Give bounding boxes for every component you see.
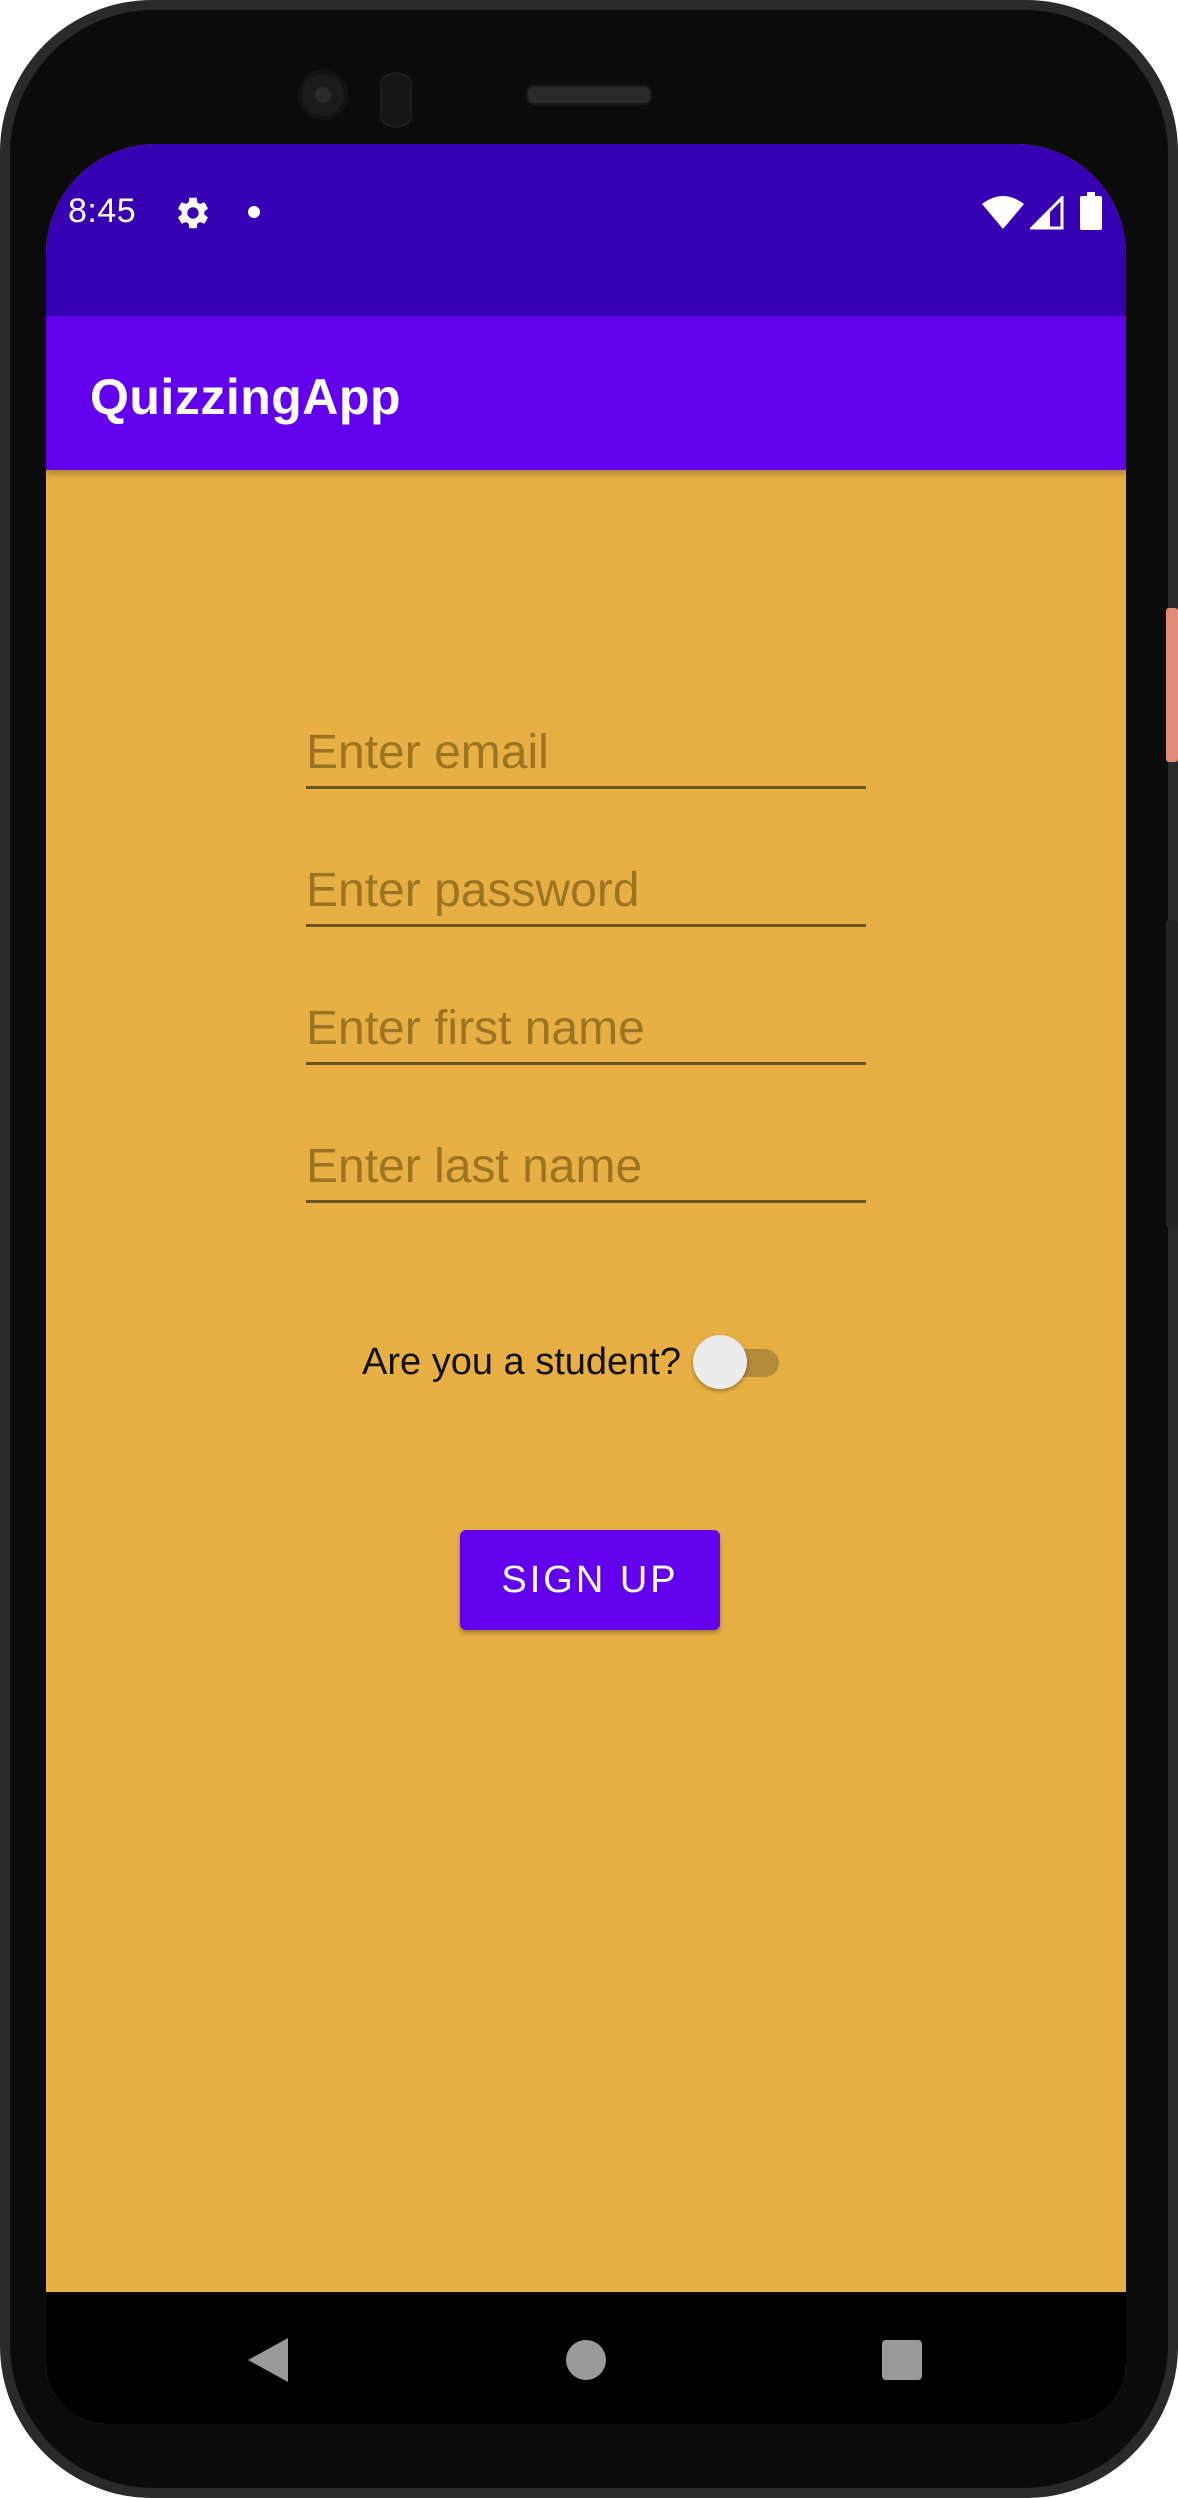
proximity-sensor bbox=[380, 72, 412, 128]
signup-form bbox=[306, 724, 866, 1276]
email-field-container bbox=[306, 724, 866, 789]
toggle-thumb bbox=[693, 1335, 747, 1389]
volume-button[interactable] bbox=[1166, 920, 1178, 1228]
recents-icon[interactable] bbox=[882, 2340, 922, 2380]
password-field-container bbox=[306, 862, 866, 927]
wifi-icon bbox=[982, 196, 1024, 229]
home-icon[interactable] bbox=[566, 2340, 606, 2380]
student-toggle[interactable] bbox=[693, 1335, 779, 1389]
earpiece-speaker bbox=[526, 85, 652, 105]
last-name-field[interactable] bbox=[306, 1139, 866, 1194]
status-bar: 8:45 bbox=[46, 144, 1126, 316]
email-field[interactable] bbox=[306, 725, 866, 780]
notification-dot-icon bbox=[248, 206, 260, 218]
signal-icon bbox=[1030, 196, 1064, 230]
status-time: 8:45 bbox=[68, 192, 137, 230]
front-camera bbox=[298, 70, 348, 120]
student-label: Are you a student? bbox=[362, 1340, 681, 1383]
student-row: Are you a student? bbox=[362, 1332, 779, 1392]
back-icon[interactable] bbox=[248, 2338, 288, 2382]
password-field[interactable] bbox=[306, 863, 866, 918]
screen: 8:45 QuizzingApp Enter email Enter first… bbox=[46, 144, 1126, 2424]
sign-up-button[interactable]: SIGN UP bbox=[460, 1530, 720, 1630]
first-name-field[interactable] bbox=[306, 1001, 866, 1056]
app-bar: QuizzingApp bbox=[46, 316, 1126, 470]
navigation-bar bbox=[46, 2292, 1126, 2424]
battery-icon bbox=[1080, 192, 1102, 230]
phone-frame: 8:45 QuizzingApp Enter email Enter first… bbox=[0, 0, 1178, 2498]
last-name-field-container bbox=[306, 1138, 866, 1203]
app-title: QuizzingApp bbox=[90, 369, 401, 425]
first-name-field-container bbox=[306, 1000, 866, 1065]
settings-gear-icon bbox=[178, 197, 208, 229]
power-button[interactable] bbox=[1166, 608, 1178, 762]
